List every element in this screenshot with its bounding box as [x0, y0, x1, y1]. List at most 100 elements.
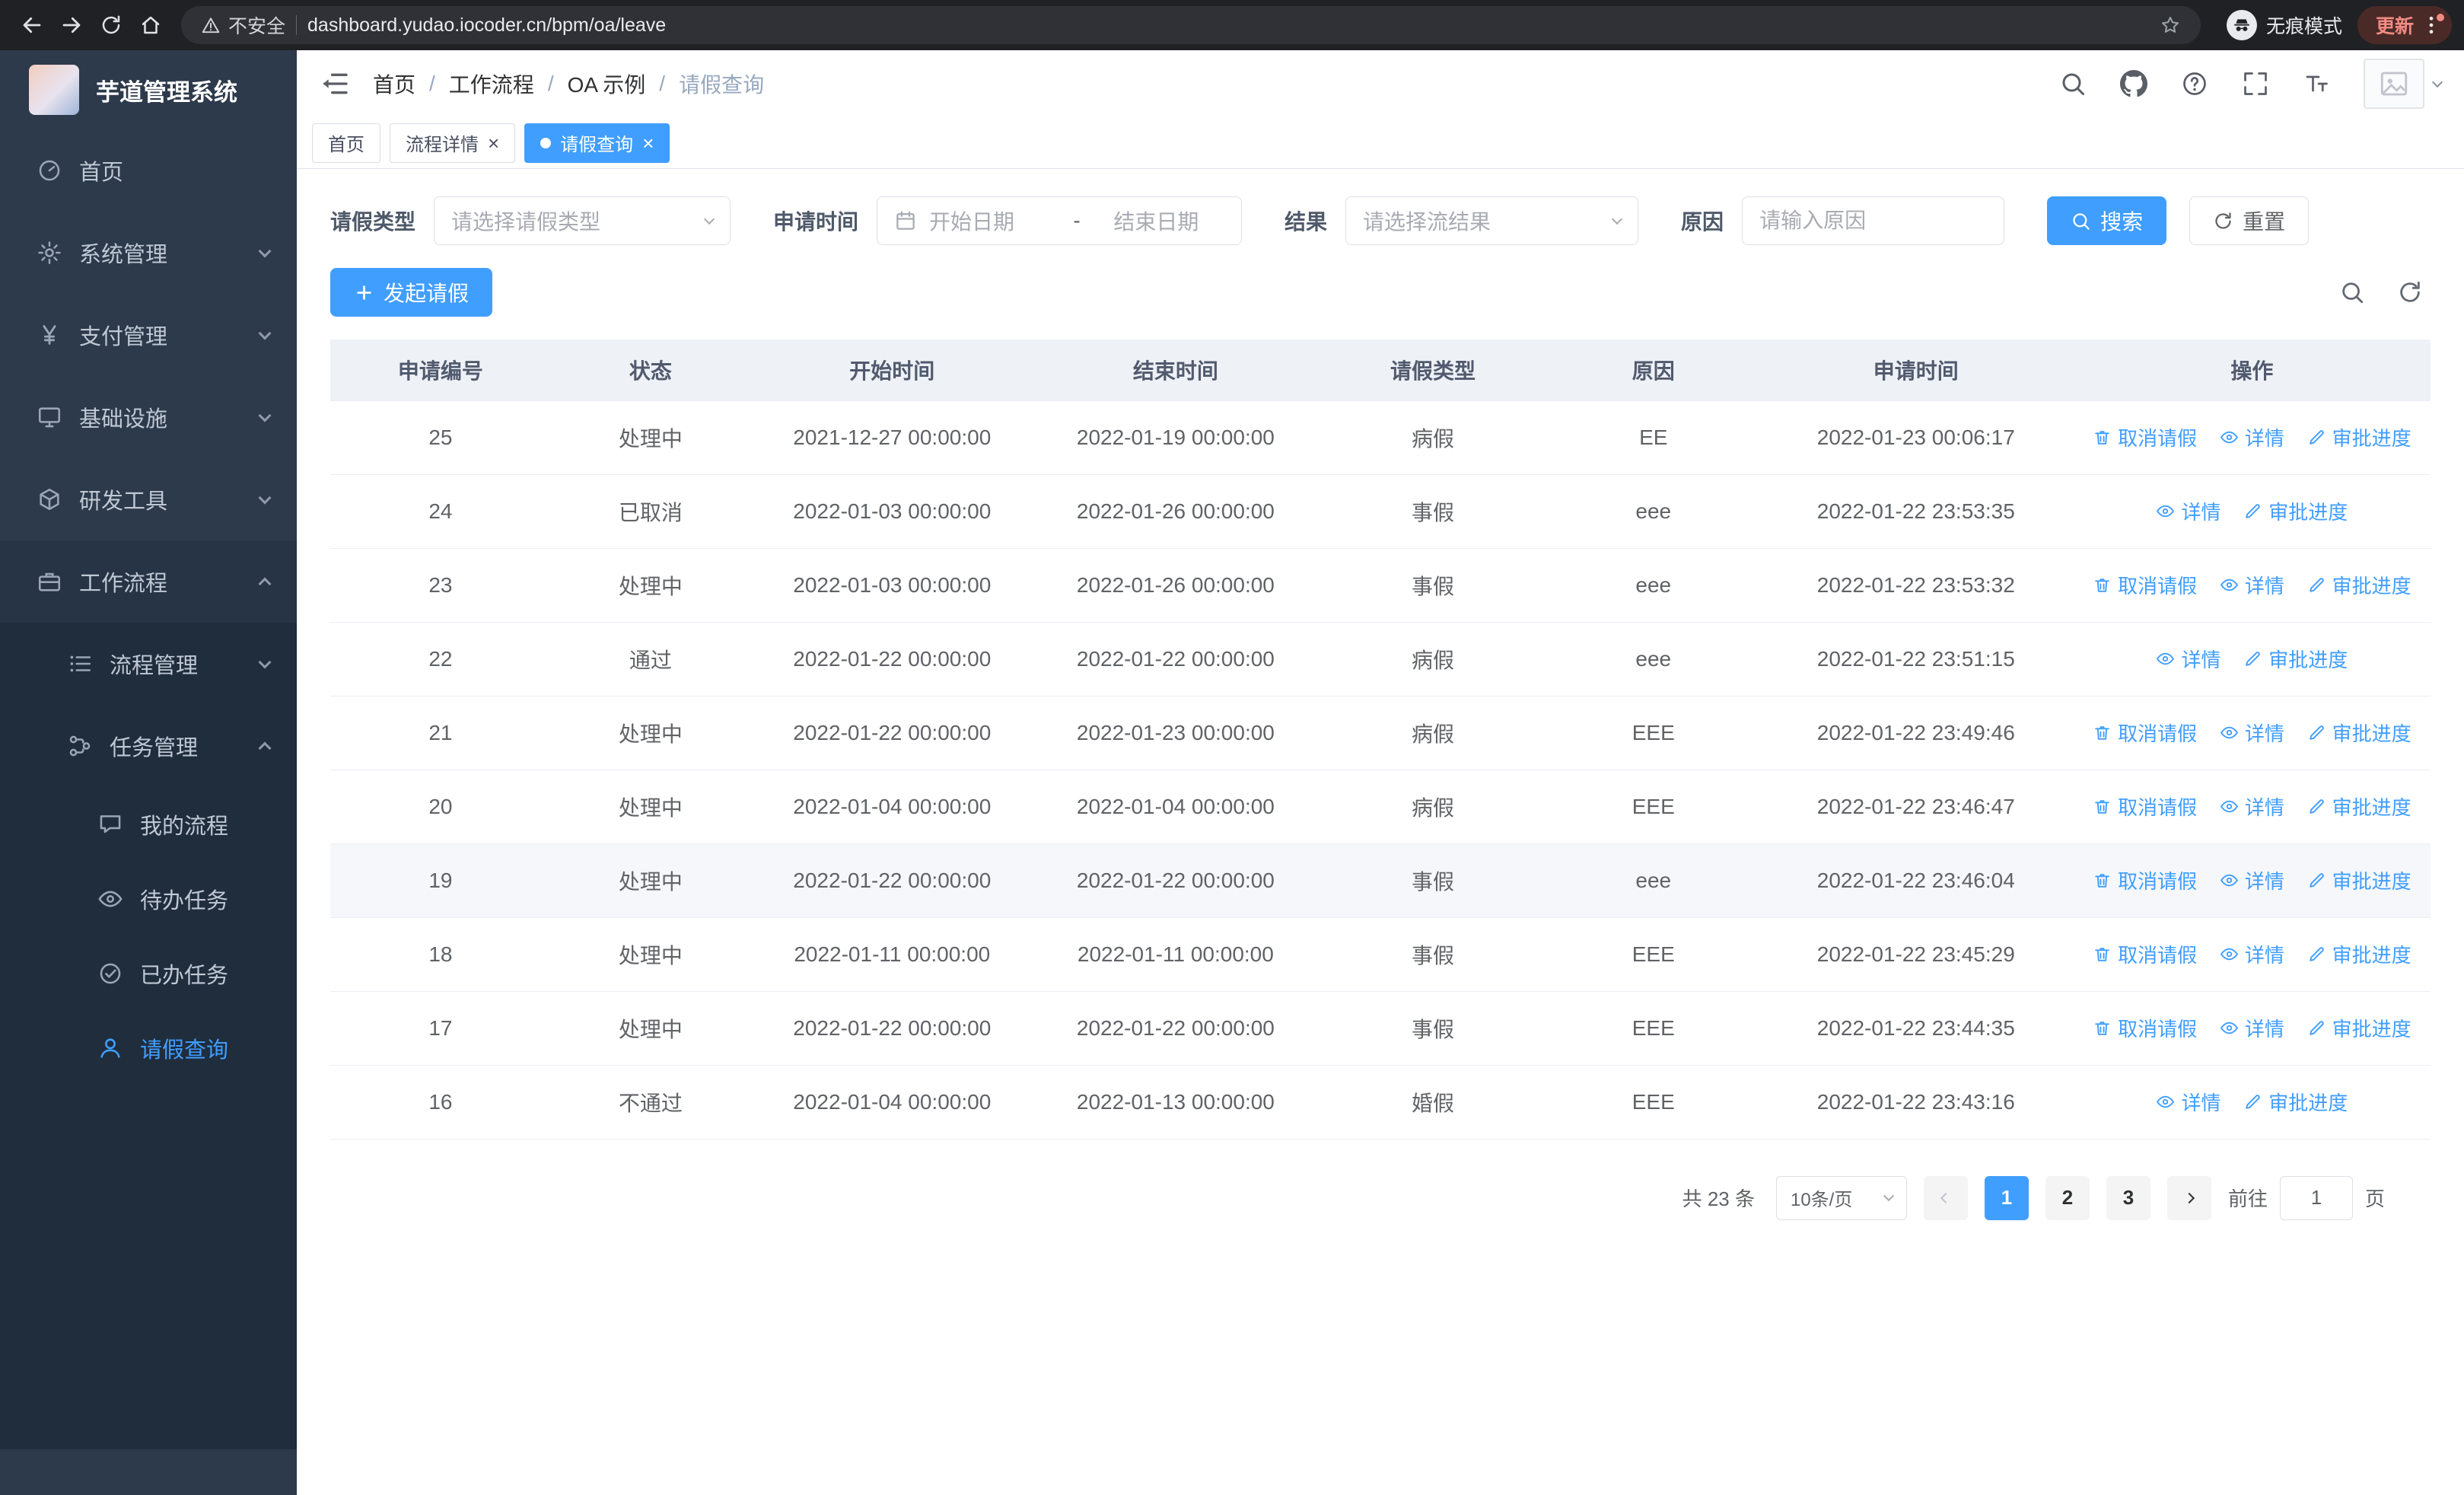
- leave-type-select[interactable]: 请选择请假类型: [434, 196, 731, 245]
- approval-progress-link[interactable]: 审批进度: [2307, 866, 2411, 894]
- sidebar-item-task-mgmt[interactable]: 任务管理: [0, 705, 297, 787]
- detail-link[interactable]: 详情: [2220, 792, 2284, 821]
- detail-link[interactable]: 详情: [2156, 645, 2220, 673]
- font-size-button[interactable]: [2303, 70, 2330, 97]
- fullscreen-button[interactable]: [2242, 70, 2269, 97]
- cell-apply-time: 2022-01-22 23:46:04: [1758, 843, 2074, 918]
- cancel-leave-link[interactable]: 取消请假: [2093, 866, 2197, 894]
- detail-link[interactable]: 详情: [2220, 940, 2284, 968]
- approval-progress-link[interactable]: 审批进度: [2243, 497, 2348, 525]
- browser-menu-button[interactable]: [2420, 14, 2444, 37]
- sidebar-item-process-mgmt[interactable]: 流程管理: [0, 623, 297, 705]
- browser-forward-button[interactable]: [52, 5, 91, 45]
- toggle-search-button[interactable]: [2339, 279, 2365, 305]
- refresh-table-button[interactable]: [2397, 279, 2423, 305]
- detail-link[interactable]: 详情: [2156, 1088, 2220, 1116]
- page-size-select[interactable]: 10条/页: [1775, 1175, 1907, 1220]
- cancel-leave-link[interactable]: 取消请假: [2093, 719, 2197, 747]
- cell-actions: 取消请假 详情 审批进度: [2073, 770, 2431, 844]
- page-button-3[interactable]: 3: [2106, 1175, 2150, 1220]
- approval-progress-link[interactable]: 审批进度: [2243, 645, 2348, 673]
- approval-progress-link[interactable]: 审批进度: [2307, 792, 2411, 821]
- reason-input[interactable]: [1742, 196, 2005, 245]
- page-button-2[interactable]: 2: [2045, 1175, 2090, 1220]
- result-select[interactable]: 请选择流结果: [1345, 196, 1639, 245]
- page-content: 请假类型 请选择请假类型 申请时间 开始日期 - 结束日期 结果 请选择流结果 …: [297, 169, 2464, 1495]
- workflow-submenu: 流程管理 任务管理 我的流程 待办任务 已办任务 请假查询: [0, 623, 297, 1085]
- cell-apply-time: 2022-01-22 23:51:15: [1758, 622, 2074, 696]
- sidebar-item-done-tasks[interactable]: 已办任务: [0, 936, 297, 1011]
- cell-actions: 取消请假 详情 审批进度: [2073, 991, 2431, 1066]
- list-icon: [67, 651, 93, 677]
- reset-button[interactable]: 重置: [2189, 196, 2310, 245]
- sidebar-item-label: 研发工具: [79, 489, 168, 514]
- cancel-leave-link[interactable]: 取消请假: [2093, 423, 2197, 451]
- edit-icon: [2307, 1018, 2326, 1038]
- detail-link[interactable]: 详情: [2220, 866, 2284, 894]
- breadcrumb-item[interactable]: 工作流程: [449, 69, 534, 99]
- cancel-leave-link[interactable]: 取消请假: [2093, 940, 2197, 968]
- sidebar-item-home[interactable]: 首页: [0, 129, 297, 212]
- cancel-leave-link[interactable]: 取消请假: [2093, 1014, 2197, 1042]
- browser-update-button[interactable]: 更新: [2357, 6, 2452, 44]
- security-chip[interactable]: 不安全: [201, 11, 285, 39]
- browser-reload-button[interactable]: [91, 5, 131, 45]
- cell-start-time: 2022-01-11 00:00:00: [750, 917, 1034, 992]
- tab-home[interactable]: 首页: [312, 123, 380, 163]
- create-leave-button[interactable]: 发起请假: [330, 268, 493, 317]
- page-unit-label: 页: [2364, 1187, 2385, 1210]
- approval-progress-link[interactable]: 审批进度: [2307, 1014, 2411, 1042]
- goto-label: 前往: [2227, 1187, 2268, 1210]
- sidebar-collapse-button[interactable]: [320, 69, 350, 99]
- next-page-button[interactable]: [2166, 1175, 2211, 1220]
- sidebar-item-workflow[interactable]: 工作流程: [0, 540, 297, 623]
- approval-progress-link[interactable]: 审批进度: [2243, 1088, 2348, 1116]
- prev-page-button[interactable]: [1923, 1175, 1968, 1220]
- sidebar-item-payment-mgmt[interactable]: 支付管理: [0, 294, 297, 376]
- breadcrumb-item[interactable]: OA 示例: [568, 69, 646, 99]
- approval-progress-link[interactable]: 审批进度: [2307, 940, 2411, 968]
- sidebar-item-label: 请假查询: [140, 1038, 229, 1063]
- github-button[interactable]: [2120, 70, 2147, 97]
- sidebar-item-todo-tasks[interactable]: 待办任务: [0, 862, 297, 936]
- sidebar-item-leave-query[interactable]: 请假查询: [0, 1011, 297, 1085]
- apply-time-range-picker[interactable]: 开始日期 - 结束日期: [877, 196, 1243, 245]
- tab-process-detail[interactable]: 流程详情 ×: [390, 123, 516, 163]
- bookmark-star-button[interactable]: [2160, 14, 2181, 36]
- sidebar-item-dev-tools[interactable]: 研发工具: [0, 458, 297, 540]
- search-button[interactable]: [2059, 70, 2087, 97]
- detail-link[interactable]: 详情: [2220, 423, 2284, 451]
- cell-reason: eee: [1548, 843, 1759, 918]
- close-icon[interactable]: ×: [642, 133, 654, 153]
- detail-link[interactable]: 详情: [2220, 1014, 2284, 1042]
- approval-progress-link[interactable]: 审批进度: [2307, 423, 2411, 451]
- cell-leave-type: 事假: [1317, 474, 1549, 549]
- tab-leave-query[interactable]: 请假查询 ×: [524, 123, 670, 163]
- detail-link[interactable]: 详情: [2156, 497, 2220, 525]
- eye-icon: [2220, 797, 2239, 816]
- search-submit-button[interactable]: 搜索: [2047, 196, 2167, 245]
- approval-progress-link[interactable]: 审批进度: [2307, 571, 2411, 599]
- cancel-leave-link[interactable]: 取消请假: [2093, 792, 2197, 821]
- sidebar-item-infrastructure[interactable]: 基础设施: [0, 376, 297, 458]
- browser-back-button[interactable]: [12, 5, 52, 45]
- flow-icon: [67, 733, 93, 759]
- page-button-1[interactable]: 1: [1984, 1175, 2029, 1220]
- address-bar[interactable]: 不安全 dashboard.yudao.iocoder.cn/bpm/oa/le…: [181, 6, 2201, 44]
- approval-progress-link[interactable]: 审批进度: [2307, 719, 2411, 747]
- user-menu[interactable]: [2364, 59, 2443, 109]
- sidebar-filler: [0, 1085, 297, 1449]
- detail-link[interactable]: 详情: [2220, 571, 2284, 599]
- cell-end-time: 2022-01-13 00:00:00: [1033, 1065, 1318, 1140]
- sidebar-item-system-mgmt[interactable]: 系统管理: [0, 212, 297, 294]
- browser-home-button[interactable]: [131, 5, 170, 45]
- breadcrumb-item[interactable]: 首页: [373, 69, 415, 99]
- goto-page-input[interactable]: [2279, 1175, 2353, 1220]
- cancel-leave-link[interactable]: 取消请假: [2093, 571, 2197, 599]
- close-icon[interactable]: ×: [488, 133, 499, 153]
- detail-link[interactable]: 详情: [2220, 719, 2284, 747]
- trash-icon: [2093, 797, 2112, 816]
- sidebar-item-my-processes[interactable]: 我的流程: [0, 787, 297, 862]
- help-button[interactable]: [2181, 70, 2208, 97]
- sidebar-logo[interactable]: 芋道管理系统: [0, 50, 297, 129]
